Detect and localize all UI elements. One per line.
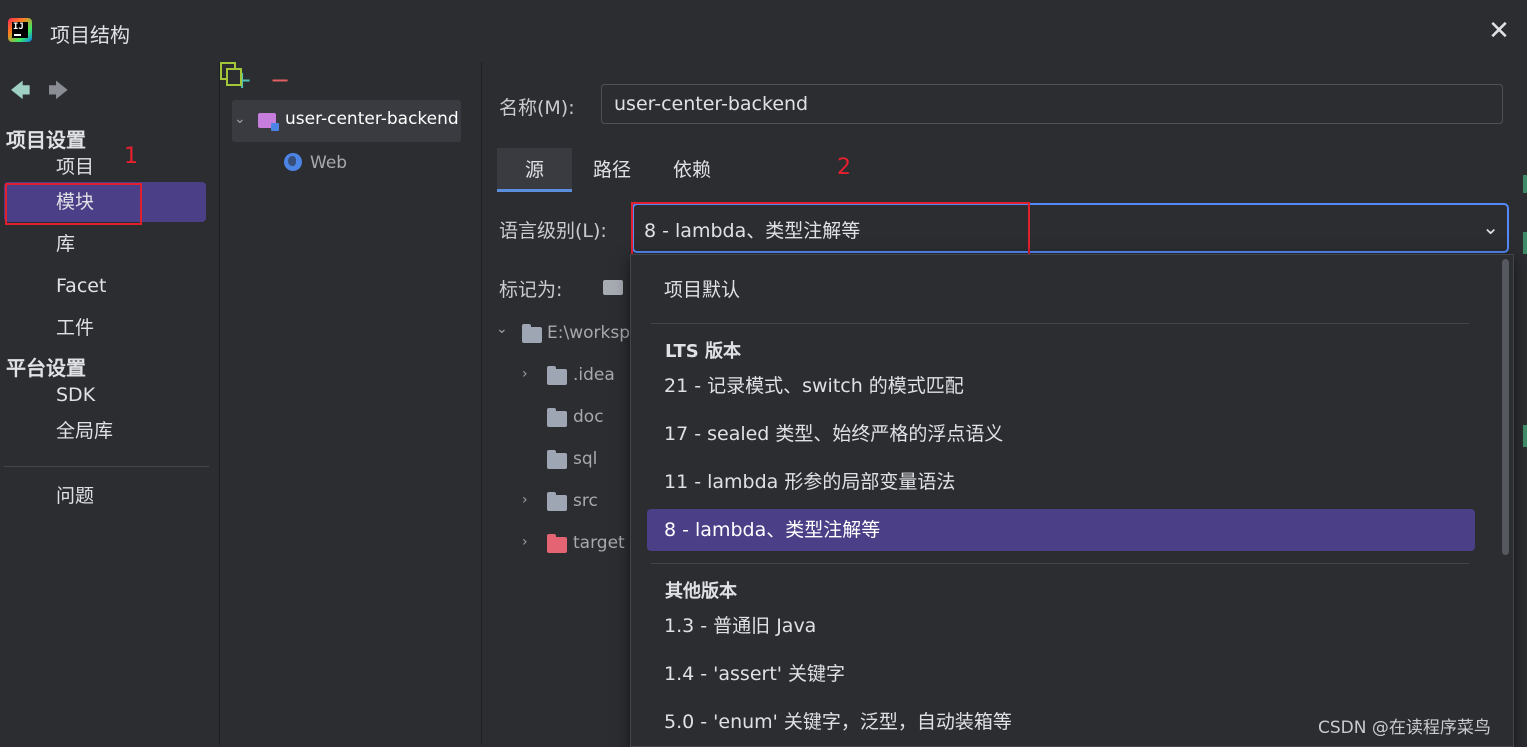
tree-item-label: E:\workspa: [547, 323, 641, 343]
folder-icon: [547, 366, 567, 385]
tree-item-label: sql: [573, 449, 598, 469]
edge-indicator: [1523, 232, 1527, 254]
tree-item-label: src: [573, 491, 598, 511]
dropdown-scrollbar[interactable]: [1502, 259, 1509, 555]
chevron-right-icon[interactable]: ›: [522, 366, 528, 382]
language-level-dropdown: 项目默认 LTS 版本 21 - 记录模式、switch 的模式匹配 17 - …: [630, 254, 1514, 747]
mark-as-label: 标记为:: [499, 279, 563, 301]
dropdown-separator: [651, 563, 1469, 564]
module-folder-icon: [258, 113, 279, 131]
folder-icon: [547, 492, 567, 511]
settings-nav-pane: 🡄 🡆 项目设置 项目 模块 库 Facet 工件 平台设置 SDK 全局库 问…: [0, 62, 220, 745]
dropdown-option-1-4[interactable]: 1.4 - 'assert' 关键字: [647, 653, 1475, 695]
annotation-marker-1: 1: [124, 144, 138, 169]
folder-icon: [522, 324, 542, 343]
nav-item-global-libraries[interactable]: 全局库: [4, 411, 206, 451]
window-title: 项目结构: [50, 23, 130, 47]
module-label: user-center-backend: [285, 109, 459, 129]
name-label: 名称(M):: [499, 97, 575, 119]
annotation-marker-2: 2: [837, 155, 851, 180]
tab-paths[interactable]: 路径: [580, 148, 644, 192]
excluded-folder-icon: [547, 534, 567, 553]
tree-item-label: doc: [573, 407, 604, 427]
nav-item-libraries[interactable]: 库: [4, 224, 206, 264]
language-level-value: 8 - lambda、类型注解等: [644, 220, 861, 242]
nav-item-problems[interactable]: 问题: [4, 476, 206, 516]
nav-item-modules[interactable]: 模块: [4, 182, 206, 222]
close-button[interactable]: ✕: [1484, 16, 1514, 46]
edge-indicator: [1523, 175, 1527, 193]
mark-as-sources-folder-icon[interactable]: [603, 280, 623, 295]
chevron-down-icon[interactable]: ⌄: [496, 321, 508, 337]
chevron-right-icon[interactable]: ›: [522, 534, 528, 550]
language-level-select[interactable]: 8 - lambda、类型注解等 ⌄: [632, 203, 1509, 253]
nav-item-project[interactable]: 项目: [4, 147, 206, 187]
other-versions-header: 其他版本: [665, 581, 737, 602]
dropdown-option-8[interactable]: 8 - lambda、类型注解等: [647, 509, 1475, 551]
dropdown-option-21[interactable]: 21 - 记录模式、switch 的模式匹配: [647, 365, 1475, 407]
module-tree-pane: + − ⌄ user-center-backend Web: [220, 62, 482, 745]
tab-sources[interactable]: 源: [497, 148, 572, 192]
chevron-right-icon[interactable]: ›: [522, 492, 528, 508]
tree-item-label: target: [573, 533, 625, 553]
nav-item-sdk[interactable]: SDK: [4, 375, 206, 415]
module-toolbar: + −: [220, 62, 481, 98]
web-globe-icon: [284, 153, 302, 171]
chevron-down-icon[interactable]: ⌄: [1482, 215, 1499, 239]
remove-module-button[interactable]: −: [270, 66, 290, 94]
module-name-input[interactable]: user-center-backend: [601, 84, 1503, 124]
language-level-label: 语言级别(L):: [499, 220, 607, 242]
lts-versions-header: LTS 版本: [665, 341, 741, 362]
folder-icon: [547, 408, 567, 427]
module-tree-item[interactable]: ⌄ user-center-backend: [232, 100, 461, 142]
chevron-down-icon[interactable]: ⌄: [234, 111, 246, 127]
nav-item-artifacts[interactable]: 工件: [4, 308, 206, 348]
nav-item-facets[interactable]: Facet: [4, 266, 206, 306]
dropdown-option-1-3[interactable]: 1.3 - 普通旧 Java: [647, 605, 1475, 647]
web-facet-item[interactable]: Web: [310, 153, 347, 173]
forward-arrow-icon[interactable]: 🡆: [48, 76, 69, 110]
back-arrow-icon[interactable]: 🡄: [10, 76, 31, 110]
tree-item-label: .idea: [573, 365, 615, 385]
dropdown-separator: [651, 323, 1469, 324]
watermark-text: CSDN @在读程序菜鸟: [1318, 718, 1491, 738]
dropdown-option-11[interactable]: 11 - lambda 形参的局部变量语法: [647, 461, 1475, 503]
dropdown-option-17[interactable]: 17 - sealed 类型、始终严格的浮点语义: [647, 413, 1475, 455]
nav-divider: [4, 466, 209, 467]
dropdown-option-project-default[interactable]: 项目默认: [647, 269, 1475, 311]
folder-icon: [547, 450, 567, 469]
intellij-logo-icon: IJ: [8, 18, 32, 42]
tab-dependencies[interactable]: 依赖: [660, 148, 724, 192]
title-bar: IJ 项目结构 ✕: [0, 0, 1527, 62]
edge-indicator: [1523, 425, 1527, 447]
